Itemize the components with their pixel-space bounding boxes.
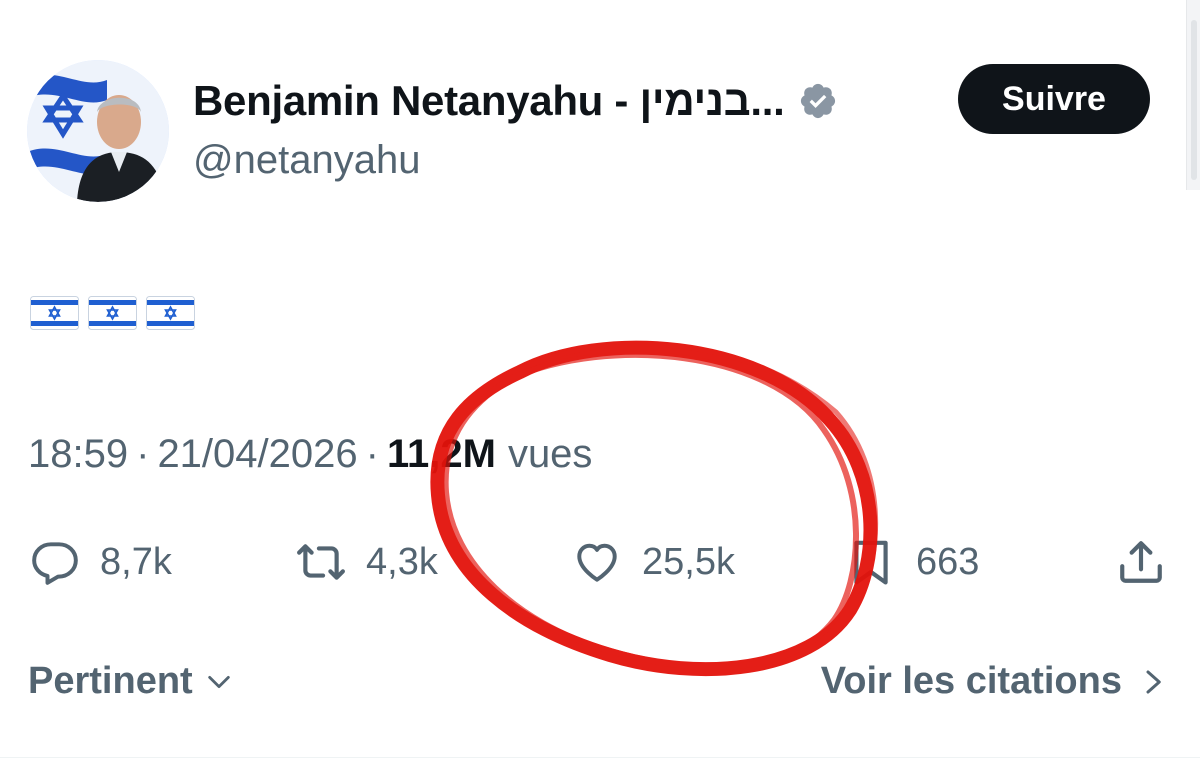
chevron-right-icon — [1146, 670, 1161, 693]
view-quotes-link[interactable]: Voir les citations — [821, 660, 1166, 703]
share-button[interactable] — [1116, 522, 1166, 602]
tweet-time[interactable]: 18:59 — [28, 432, 128, 477]
author-handle[interactable]: @netanyahu — [193, 138, 420, 183]
follow-button[interactable]: Suivre — [958, 64, 1150, 134]
view-quotes-label: Voir les citations — [820, 660, 1122, 702]
chevron-down-icon — [207, 675, 230, 688]
heart-icon — [577, 543, 617, 582]
scrollbar-thumb[interactable] — [1191, 20, 1197, 180]
repost-button[interactable]: 4,3k — [296, 522, 438, 602]
bookmark-button[interactable]: 663 — [846, 522, 979, 602]
sort-replies-button[interactable]: Pertinent — [28, 660, 233, 703]
verified-badge-icon[interactable] — [798, 81, 838, 121]
avatar[interactable] — [27, 60, 169, 202]
author-name-row: Benjamin Netanyahu - בנימין... — [193, 74, 838, 128]
meta-separator: · — [365, 432, 379, 476]
reply-count: 8,7k — [100, 540, 172, 583]
meta-separator: · — [136, 432, 150, 476]
divider — [0, 757, 1200, 758]
israel-flag-emoji-icon — [30, 296, 79, 330]
tweet-date[interactable]: 21/04/2026 — [157, 432, 357, 477]
israel-flag-emoji-icon — [88, 296, 137, 330]
sort-label: Pertinent — [28, 660, 193, 702]
bookmark-count: 663 — [916, 540, 980, 583]
like-count: 25,5k — [642, 540, 735, 583]
bookmark-icon — [854, 540, 888, 585]
share-icon — [1120, 541, 1162, 583]
avatar-image — [27, 60, 169, 202]
views-label: vues — [507, 432, 593, 476]
tweet-detail-view: Benjamin Netanyahu - בנימין... @netanyah… — [0, 0, 1200, 781]
reply-button[interactable]: 8,7k — [30, 522, 172, 602]
reply-controls: Pertinent Voir les citations — [0, 660, 1200, 714]
tweet-body — [30, 296, 195, 330]
scrollbar[interactable] — [1186, 0, 1200, 190]
action-bar: 8,7k 4,3k 25,5k 663 — [0, 522, 1200, 602]
tweet-meta: 18:59 · 21/04/2026 · 11,2M vues — [28, 432, 592, 477]
israel-flag-emoji-icon — [146, 296, 195, 330]
speech-bubble-icon — [32, 542, 78, 585]
repost-icon — [297, 544, 345, 580]
like-button[interactable]: 25,5k — [572, 522, 735, 602]
author-display-name[interactable]: Benjamin Netanyahu - בנימין... — [193, 77, 785, 125]
repost-count: 4,3k — [366, 540, 438, 583]
views-count: 11,2M — [386, 432, 496, 476]
